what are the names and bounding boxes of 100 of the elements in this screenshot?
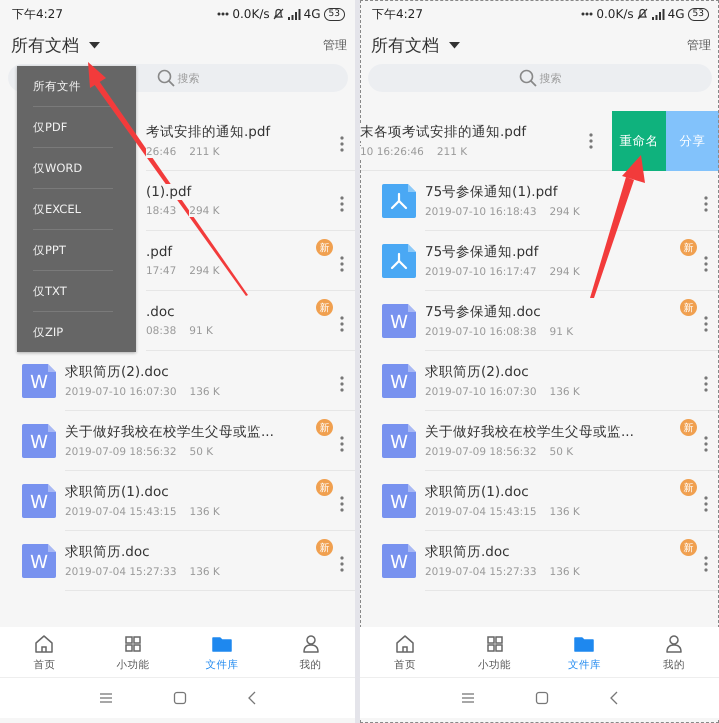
status-time: 下午4:27 xyxy=(372,6,423,22)
file-size: 294 K xyxy=(189,205,220,217)
manage-button[interactable]: 管理 xyxy=(323,36,347,54)
nav-tab[interactable]: 首页 xyxy=(360,627,450,677)
file-date: 2019-07-04 15:27:33 xyxy=(425,566,537,578)
menu-icon[interactable] xyxy=(98,692,112,704)
file-name: .pdf xyxy=(146,244,172,260)
battery-indicator: 53 xyxy=(324,8,345,20)
file-name: 求职简历(1).doc xyxy=(65,483,169,501)
file-name: 求职简历.doc xyxy=(425,543,510,561)
word-file-icon: W xyxy=(22,544,56,578)
menu-item[interactable]: 仅TXT xyxy=(17,271,136,311)
file-name: 求职简历.doc xyxy=(65,543,150,561)
nav-tab[interactable]: 文件库 xyxy=(540,627,630,677)
dropdown-caret-icon[interactable] xyxy=(449,42,460,48)
more-options-icon[interactable] xyxy=(703,494,709,512)
file-date: 18:43 xyxy=(146,205,176,217)
rename-button[interactable]: 重命名 xyxy=(612,111,666,171)
nav-tab[interactable]: 文件库 xyxy=(178,627,266,677)
new-badge: 新 xyxy=(680,539,697,556)
file-size: 211 K xyxy=(189,146,220,158)
battery-indicator: 53 xyxy=(688,8,709,20)
file-date: 2019-07-09 18:56:32 xyxy=(65,446,177,458)
more-options-icon[interactable] xyxy=(339,194,345,212)
back-icon[interactable] xyxy=(246,691,256,705)
file-date: 2019-07-10 16:07:30 xyxy=(425,386,537,398)
word-file-icon: W xyxy=(382,544,416,578)
network-type: 4G xyxy=(668,7,685,21)
more-options-icon[interactable] xyxy=(703,254,709,272)
more-options-icon[interactable] xyxy=(339,494,345,512)
dropdown-caret-icon[interactable] xyxy=(89,42,100,48)
file-size: 136 K xyxy=(550,566,580,578)
page-title: 所有文档 xyxy=(371,34,439,56)
file-size: 50 K xyxy=(190,446,214,458)
file-name: 考试安排的通知.pdf xyxy=(146,123,270,141)
more-options-icon[interactable] xyxy=(339,434,345,452)
word-file-icon: W xyxy=(382,304,416,338)
file-name: 75号参保通知(1).pdf xyxy=(425,183,558,201)
nav-tab[interactable]: 我的 xyxy=(266,627,355,677)
menu-item[interactable]: 仅ZIP xyxy=(17,312,136,352)
new-badge: 新 xyxy=(316,479,333,496)
new-badge: 新 xyxy=(316,239,333,256)
file-name: 关于做好我校在校学生父母或监... xyxy=(425,423,634,441)
more-options-icon[interactable] xyxy=(339,374,345,392)
more-options-icon[interactable] xyxy=(703,554,709,572)
network-speed: 0.0K/s xyxy=(596,7,634,21)
network-type: 4G xyxy=(304,7,321,21)
file-date: 2019-07-10 16:17:47 xyxy=(425,266,537,278)
more-options-icon[interactable] xyxy=(703,374,709,392)
pdf-file-icon xyxy=(382,184,416,218)
search-icon xyxy=(156,69,174,87)
new-badge: 新 xyxy=(316,419,333,436)
file-date: 2019-07-04 15:43:15 xyxy=(65,506,177,518)
home-icon xyxy=(394,632,416,654)
manage-button[interactable]: 管理 xyxy=(687,36,711,54)
file-size: 294 K xyxy=(550,206,580,218)
word-file-icon: W xyxy=(382,484,416,518)
menu-item[interactable]: 仅WORD xyxy=(17,148,136,188)
pdf-file-icon xyxy=(382,244,416,278)
search-icon xyxy=(518,69,536,87)
file-name: 75号参保通知.pdf xyxy=(425,243,538,261)
status-time: 下午4:27 xyxy=(12,6,63,22)
file-date: 2019-07-09 18:56:32 xyxy=(425,446,537,458)
menu-item[interactable]: 仅PDF xyxy=(17,107,136,147)
file-date: 26:46 xyxy=(146,146,176,158)
back-icon[interactable] xyxy=(608,691,618,705)
new-badge: 新 xyxy=(680,239,697,256)
more-options-icon[interactable] xyxy=(703,314,709,332)
more-options-icon[interactable] xyxy=(339,554,345,572)
menu-item[interactable]: 仅EXCEL xyxy=(17,189,136,229)
more-options-icon[interactable] xyxy=(339,314,345,332)
nav-tab[interactable]: 小功能 xyxy=(88,627,178,677)
more-options-icon[interactable] xyxy=(703,194,709,212)
file-date: 2019-07-04 15:27:33 xyxy=(65,566,177,578)
word-file-icon: W xyxy=(22,424,56,458)
home-icon xyxy=(33,632,56,654)
more-options-icon[interactable] xyxy=(339,254,345,272)
file-size: 136 K xyxy=(190,566,220,578)
word-file-icon: W xyxy=(22,484,56,518)
nav-tab[interactable]: 首页 xyxy=(0,627,89,677)
more-options-icon[interactable] xyxy=(339,134,345,152)
new-badge: 新 xyxy=(316,539,333,556)
home-square-icon[interactable] xyxy=(172,691,186,705)
nav-tab[interactable]: 我的 xyxy=(629,627,719,677)
file-size: 136 K xyxy=(190,386,220,398)
file-date: 10 16:26:46 xyxy=(360,146,424,158)
file-size: 136 K xyxy=(550,506,580,518)
menu-item[interactable]: 仅PPT xyxy=(17,230,136,270)
home-square-icon[interactable] xyxy=(534,691,548,705)
file-size: 136 K xyxy=(190,506,220,518)
more-options-icon[interactable] xyxy=(703,434,709,452)
more-options-icon[interactable] xyxy=(588,132,594,150)
menu-icon[interactable] xyxy=(460,692,474,704)
nav-tab[interactable]: 小功能 xyxy=(450,627,540,677)
signal-icon xyxy=(286,8,301,20)
file-date: 17:47 xyxy=(146,265,176,277)
file-name: 求职简历(2).doc xyxy=(65,363,169,381)
word-file-icon: W xyxy=(382,364,416,398)
file-size: 50 K xyxy=(550,446,574,458)
more-dots-icon xyxy=(217,12,230,16)
